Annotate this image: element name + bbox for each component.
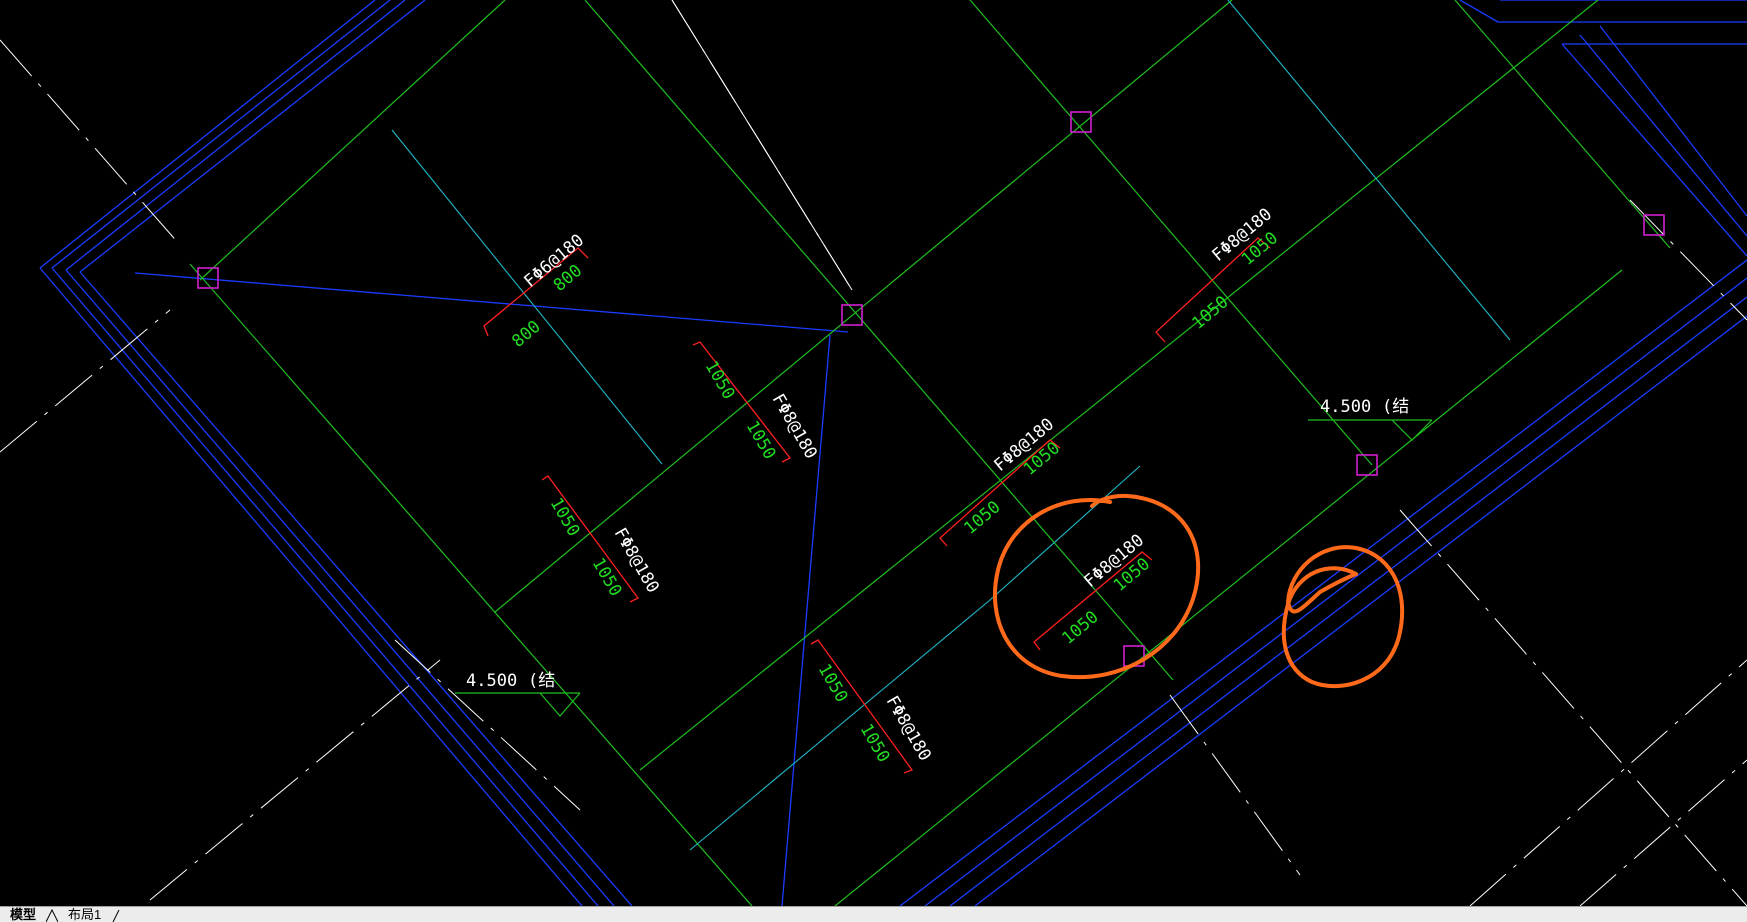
rebar-dim-text: 1050	[960, 497, 1004, 539]
dimension-brackets	[483, 237, 1271, 774]
center-lines	[0, 0, 1747, 906]
rebar-dim-text: 1050	[588, 555, 626, 600]
rebar-dim-text: 1050	[701, 358, 739, 403]
rebar-dim-text: 1050	[1058, 607, 1102, 649]
tab-model[interactable]: 模型	[0, 908, 46, 922]
column-markers	[197, 111, 1665, 667]
markup-annotations	[992, 493, 1405, 689]
secondary-lines	[391, 0, 1511, 851]
rebar-label: FΦ6@180 800	[520, 230, 588, 295]
tab-layout1[interactable]: 布局1	[58, 908, 111, 922]
rebar-label: FΦ8@180 1050	[990, 414, 1064, 479]
rebar-label: FΦ8@180 1050	[1208, 204, 1282, 269]
rebar-dim-text: 1050	[856, 721, 894, 766]
column-marker	[1356, 454, 1378, 476]
rebar-dim-text: 1050	[814, 661, 852, 706]
grid-lines	[189, 0, 1671, 906]
rebar-labels: FΦ6@180 800 800 FΦ8@180 1050 1050 FΦ8@18…	[508, 204, 1282, 766]
elevation-value: 4.500	[1320, 397, 1371, 417]
beam-outlines	[39, 0, 1747, 906]
solid-white-line	[671, 0, 853, 291]
elevation-value: 4.500	[466, 671, 517, 691]
tab-divider-icon	[112, 909, 120, 922]
drawing-canvas[interactable]: FΦ6@180 800 800 FΦ8@180 1050 1050 FΦ8@18…	[0, 0, 1747, 906]
elevation-suffix: (结	[1382, 397, 1409, 417]
layout-tab-bar: 模型 布局1	[0, 906, 1747, 922]
cad-application: FΦ6@180 800 800 FΦ8@180 1050 1050 FΦ8@18…	[0, 0, 1747, 922]
rebar-dim-text: 800	[508, 317, 544, 352]
elevation-labels: 4.500 (结 4.500 (结	[466, 397, 1409, 691]
elevation-suffix: (结	[528, 671, 555, 691]
markup-circle	[1281, 545, 1405, 689]
tab-divider-icon	[46, 908, 59, 922]
rebar-dim-text: 1050	[742, 418, 780, 463]
